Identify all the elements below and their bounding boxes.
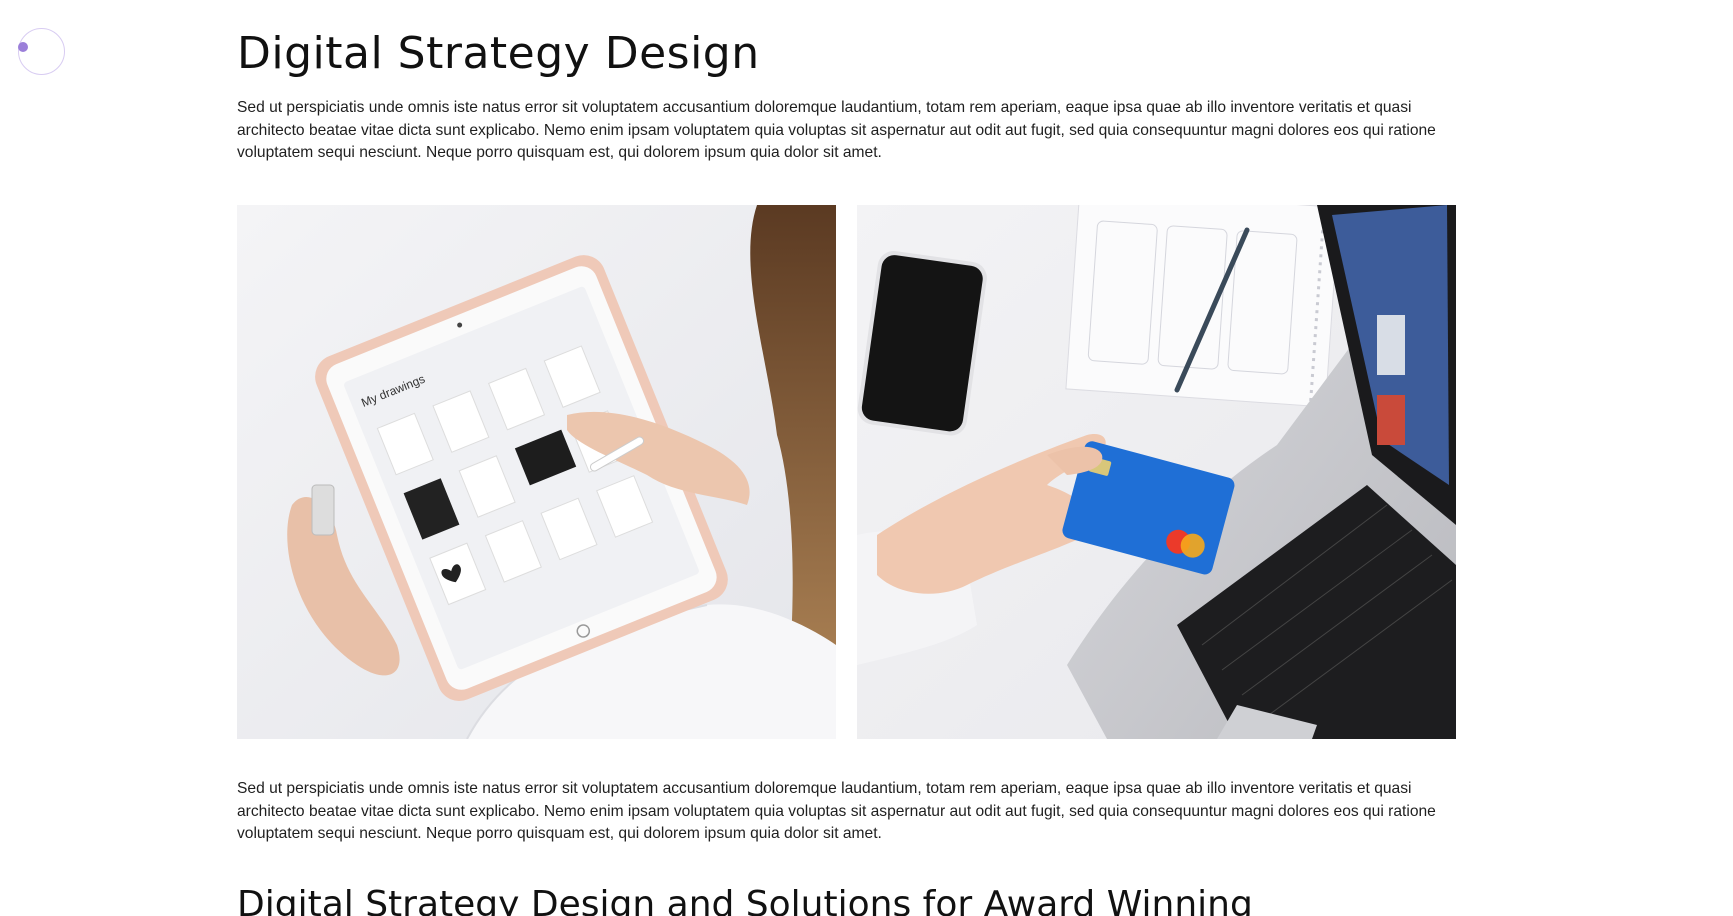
intro-paragraph: Sed ut perspiciatis unde omnis iste natu… bbox=[237, 99, 1436, 161]
section-heading: Digital Strategy Design and Solutions fo… bbox=[237, 884, 1253, 916]
page-title: Digital Strategy Design bbox=[237, 28, 760, 79]
page: Digital Strategy Design Sed ut perspicia… bbox=[0, 0, 1733, 916]
payment-photo bbox=[857, 205, 1456, 739]
tablet-photo: My drawings bbox=[237, 205, 836, 739]
tablet-photo-illustration: My drawings bbox=[237, 205, 836, 739]
payment-photo-illustration bbox=[857, 205, 1456, 739]
body-paragraph: Sed ut perspiciatis unde omnis iste natu… bbox=[237, 780, 1436, 842]
cursor-dot-icon bbox=[18, 42, 28, 52]
